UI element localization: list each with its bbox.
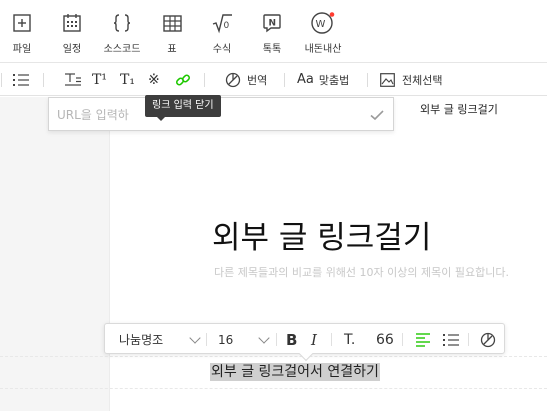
font-size-value: 16 xyxy=(218,332,234,347)
code-braces-icon xyxy=(111,12,133,34)
text-align-icon xyxy=(65,72,81,86)
select-all-label: 전체선택 xyxy=(402,73,443,87)
subscript-icon: T₁ xyxy=(120,71,135,88)
separator xyxy=(1,73,2,87)
talktalk-icon: N xyxy=(261,12,283,34)
selected-paragraph[interactable]: 외부 글 링크걸어서 연결하기 xyxy=(210,363,380,381)
notification-dot-icon xyxy=(329,12,335,17)
talktalk-label: 톡톡 xyxy=(262,44,282,55)
source-code-label: 소스코드 xyxy=(103,44,141,55)
separator xyxy=(43,73,44,87)
formula-button[interactable]: 0 수식 xyxy=(196,12,248,55)
align-button[interactable] xyxy=(416,324,430,355)
separator xyxy=(284,73,285,87)
separator xyxy=(276,333,277,346)
left-gutter xyxy=(0,97,110,411)
format-toolbar: T¹ T₁ ※ 번역 Aa 맞춤법 전체선택 xyxy=(0,63,547,96)
quote-icon: 66 xyxy=(376,331,394,348)
check-icon xyxy=(370,110,384,121)
link-icon xyxy=(175,73,191,86)
bullet-list-icon xyxy=(443,333,459,346)
schedule-button[interactable]: 일정 xyxy=(46,12,98,55)
separator xyxy=(204,73,205,87)
talktalk-button[interactable]: N 톡톡 xyxy=(246,12,298,55)
link-input-popup xyxy=(48,97,394,131)
my-money-icon: W xyxy=(310,12,336,34)
formula-icon: 0 xyxy=(211,12,233,34)
floating-text-toolbar: 나눔명조 16 B I T. 66 xyxy=(104,323,505,354)
chevron-down-icon xyxy=(258,331,270,344)
bold-icon: B xyxy=(286,330,298,349)
chevron-down-icon xyxy=(189,331,201,344)
document-title[interactable]: 외부 글 링크걸기 xyxy=(212,212,431,257)
font-family-value: 나눔명조 xyxy=(119,333,164,347)
table-icon xyxy=(161,12,183,34)
special-char-button[interactable]: ※ xyxy=(148,63,160,96)
superscript-icon: T¹ xyxy=(92,71,107,88)
translate-icon xyxy=(480,332,496,347)
select-all-button[interactable]: 전체선택 xyxy=(380,63,442,96)
italic-button[interactable]: I xyxy=(311,324,317,355)
special-char-icon: ※ xyxy=(148,71,160,88)
translate-button[interactable] xyxy=(480,324,496,355)
svg-text:N: N xyxy=(269,19,277,29)
separator xyxy=(468,333,469,346)
align-left-icon xyxy=(416,332,430,347)
paragraph-guide xyxy=(0,388,547,389)
list-button[interactable] xyxy=(443,324,459,355)
svg-text:0: 0 xyxy=(224,21,230,31)
my-money-label: 내돈내산 xyxy=(304,44,342,55)
insert-toolbar: 파일 일정 소스코드 표 0 수식 N 톡톡 W 내돈내산 xyxy=(0,0,547,62)
quote-button[interactable]: 66 xyxy=(376,324,394,355)
link-button[interactable] xyxy=(175,63,191,96)
translate-icon xyxy=(225,72,241,87)
table-button[interactable]: 표 xyxy=(146,12,198,55)
separator xyxy=(331,333,332,346)
title-hint: 다른 제목들과의 비교를 위해선 10자 이상의 제목이 필요합니다. xyxy=(214,266,509,279)
formula-label: 수식 xyxy=(212,44,232,55)
text-style-button[interactable]: T. xyxy=(344,324,355,355)
bullet-list-button[interactable] xyxy=(13,63,29,96)
calendar-icon xyxy=(61,12,83,34)
file-plus-icon xyxy=(11,12,33,34)
subscript-button[interactable]: T₁ xyxy=(120,63,135,96)
separator xyxy=(206,333,207,346)
spellcheck-label: 맞춤법 xyxy=(318,73,350,87)
table-label: 표 xyxy=(167,44,177,55)
bullet-list-icon xyxy=(13,73,29,86)
file-button[interactable]: 파일 xyxy=(0,12,48,55)
bold-button[interactable]: B xyxy=(286,324,297,355)
text-style-button[interactable] xyxy=(65,63,81,96)
font-family-select[interactable]: 나눔명조 xyxy=(119,324,201,355)
panel-title: 외부 글 링크걸기 xyxy=(420,103,498,116)
confirm-link-button[interactable] xyxy=(369,107,385,123)
file-label: 파일 xyxy=(12,44,32,55)
spellcheck-icon: Aa xyxy=(297,72,314,87)
my-money-button[interactable]: W 내돈내산 xyxy=(297,12,349,55)
translate-label: 번역 xyxy=(247,73,268,87)
close-link-tooltip: 링크 입력 닫기 xyxy=(145,95,221,121)
source-code-button[interactable]: 소스코드 xyxy=(96,12,148,55)
spellcheck-button[interactable]: Aa 맞춤법 xyxy=(297,63,349,96)
superscript-button[interactable]: T¹ xyxy=(92,63,107,96)
text-style-icon: T. xyxy=(344,331,356,348)
separator xyxy=(367,73,368,87)
schedule-label: 일정 xyxy=(62,44,82,55)
separator xyxy=(402,333,403,346)
translate-button[interactable]: 번역 xyxy=(225,63,267,96)
svg-text:W: W xyxy=(316,19,326,30)
paragraph-guide xyxy=(0,356,547,357)
font-size-select[interactable]: 16 xyxy=(218,324,270,355)
image-icon xyxy=(380,72,395,87)
italic-icon: I xyxy=(311,330,317,349)
